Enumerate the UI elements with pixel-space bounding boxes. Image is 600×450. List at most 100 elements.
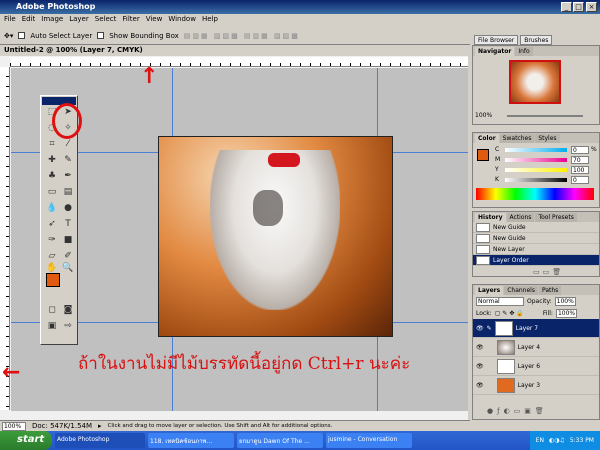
blur-tool-icon[interactable]: 💧	[45, 202, 59, 214]
task-conversation[interactable]: jusmine - Conversation	[326, 433, 412, 448]
type-tool-icon[interactable]: T	[61, 218, 75, 230]
menu-file[interactable]: File	[4, 15, 16, 25]
opacity-field[interactable]: 100%	[554, 296, 576, 306]
navigator-thumbnail[interactable]	[509, 60, 561, 104]
status-zoom-field[interactable]: 100%	[2, 421, 26, 431]
visibility-eye-icon[interactable]: 👁	[476, 325, 484, 332]
crop-tool-icon[interactable]: ⌗	[45, 138, 59, 150]
menu-edit[interactable]: Edit	[22, 15, 36, 25]
channel-k-value[interactable]: 0	[571, 176, 589, 184]
tab-tool-presets[interactable]: Tool Presets	[535, 213, 577, 222]
lock-icons[interactable]: ▢✎✥🔒	[495, 310, 526, 317]
brush-link-icon[interactable]: ✎	[487, 325, 492, 332]
standard-mode-icon[interactable]: ◻	[45, 304, 59, 316]
menu-window[interactable]: Window	[168, 15, 196, 25]
stamp-tool-icon[interactable]: ♣	[45, 170, 59, 182]
auto-select-checkbox[interactable]	[18, 32, 26, 39]
tab-info[interactable]: Info	[515, 47, 533, 56]
channel-m-slider[interactable]	[505, 158, 567, 162]
clock[interactable]: 5:33 PM	[570, 437, 594, 444]
channel-y-slider[interactable]	[505, 168, 567, 172]
tab-layers[interactable]: Layers	[475, 286, 504, 295]
color-fg-swatch[interactable]	[477, 149, 489, 161]
menu-help[interactable]: Help	[202, 15, 218, 25]
tab-swatches[interactable]: Swatches	[499, 134, 535, 143]
gradient-tool-icon[interactable]: ▤	[61, 186, 75, 198]
tab-navigator[interactable]: Navigator	[475, 47, 515, 56]
task-browser-2[interactable]: ยกมาดูน Dawn Of The ...	[237, 433, 323, 448]
close-button[interactable]: ×	[586, 2, 597, 12]
task-browser-1[interactable]: 118. เทคนิคซ้อนภาพ...	[148, 433, 234, 448]
history-brush-icon[interactable]: ✒	[61, 170, 75, 182]
menu-filter[interactable]: Filter	[122, 15, 139, 25]
brushes-tab[interactable]: Brushes	[520, 35, 553, 45]
history-footer-buttons-icon[interactable]: ▭▭🗑	[533, 268, 564, 276]
eraser-tool-icon[interactable]: ▭	[45, 186, 59, 198]
path-select-icon[interactable]: ➶	[45, 218, 59, 230]
minimize-button[interactable]: _	[561, 2, 572, 12]
navigator-zoom[interactable]: 100%	[475, 112, 492, 119]
layer-row[interactable]: 👁 Layer 6	[473, 357, 599, 376]
horizontal-ruler[interactable]	[10, 57, 468, 67]
vertical-ruler[interactable]	[0, 67, 10, 410]
layer-row[interactable]: 👁 Layer 3	[473, 376, 599, 395]
shape-tool-icon[interactable]: ■	[61, 234, 75, 246]
visibility-eye-icon[interactable]: 👁	[476, 382, 484, 389]
channel-y-value[interactable]: 100	[571, 166, 589, 174]
menu-image[interactable]: Image	[41, 15, 63, 25]
jump-to-imageready-icon[interactable]: ⇨	[61, 320, 75, 332]
options-bar: ✥▾ Auto Select Layer Show Bounding Box ▤…	[0, 27, 470, 45]
tab-color[interactable]: Color	[475, 134, 499, 143]
color-spectrum-ramp[interactable]	[476, 188, 594, 200]
healing-tool-icon[interactable]: ✚	[45, 154, 59, 166]
align-buttons-icon[interactable]: ▤▥▦ ▧▨▩ ▤▥▦ ▧▨▩	[184, 32, 300, 40]
menu-layer[interactable]: Layer	[69, 15, 89, 25]
start-button[interactable]: start	[0, 431, 52, 450]
layer-row[interactable]: 👁 Layer 4	[473, 338, 599, 357]
channel-c-slider[interactable]	[505, 148, 567, 152]
tab-channels[interactable]: Channels	[504, 286, 538, 295]
menu-bar: File Edit Image Layer Select Filter View…	[0, 14, 600, 26]
bounding-box-checkbox[interactable]	[97, 32, 105, 39]
language-indicator[interactable]: EN	[536, 437, 544, 444]
layer-row-selected[interactable]: 👁 ✎ Layer 7	[473, 319, 599, 338]
fill-field[interactable]: 100%	[555, 308, 578, 318]
history-item[interactable]: New Layer	[473, 244, 599, 255]
foreground-color-swatch[interactable]	[46, 273, 60, 287]
channel-m-value[interactable]: 70	[571, 156, 589, 164]
task-photoshop[interactable]: Adobe Photoshop	[55, 433, 145, 448]
navigator-zoom-slider[interactable]	[507, 115, 583, 117]
history-item[interactable]: New Guide	[473, 222, 599, 233]
notes-tool-icon[interactable]: ▱	[45, 250, 59, 262]
dog-photo	[210, 150, 340, 310]
visibility-eye-icon[interactable]: 👁	[476, 363, 484, 370]
fill-label: Fill:	[542, 309, 553, 317]
layers-footer-buttons-icon[interactable]: ●ƒ◐▭▣🗑	[487, 407, 548, 415]
tab-paths[interactable]: Paths	[538, 286, 562, 295]
maximize-button[interactable]: □	[573, 2, 584, 12]
move-tool-preset-icon[interactable]: ✥▾	[4, 32, 13, 40]
quickmask-mode-icon[interactable]: ◙	[61, 304, 75, 316]
slice-tool-icon[interactable]: ⁄	[61, 138, 75, 150]
brush-tool-icon[interactable]: ✎	[61, 154, 75, 166]
menu-view[interactable]: View	[146, 15, 163, 25]
visibility-eye-icon[interactable]: 👁	[476, 344, 484, 351]
menu-select[interactable]: Select	[95, 15, 117, 25]
tray-icons[interactable]: ◐◑♫	[549, 437, 565, 444]
history-item-selected[interactable]: Layer Order	[473, 255, 599, 266]
zoom-tool-icon[interactable]: 🔍	[61, 262, 75, 274]
tab-actions[interactable]: Actions	[506, 213, 535, 222]
blend-mode-select[interactable]: Normal	[476, 296, 524, 306]
tab-history[interactable]: History	[475, 213, 506, 222]
channel-k-slider[interactable]	[505, 178, 567, 182]
eyedropper-icon[interactable]: ✐	[61, 250, 75, 262]
status-doc-size[interactable]: Doc: 547K/1.54M	[32, 422, 92, 430]
status-arrow-icon[interactable]: ▸	[98, 422, 102, 430]
tab-styles[interactable]: Styles	[535, 134, 560, 143]
history-item[interactable]: New Guide	[473, 233, 599, 244]
file-browser-tab[interactable]: File Browser	[474, 35, 519, 45]
channel-c-value[interactable]: 0	[571, 146, 589, 154]
pen-tool-icon[interactable]: ✑	[45, 234, 59, 246]
screen-mode-icon[interactable]: ▣	[45, 320, 59, 332]
dodge-tool-icon[interactable]: ●	[61, 202, 75, 214]
